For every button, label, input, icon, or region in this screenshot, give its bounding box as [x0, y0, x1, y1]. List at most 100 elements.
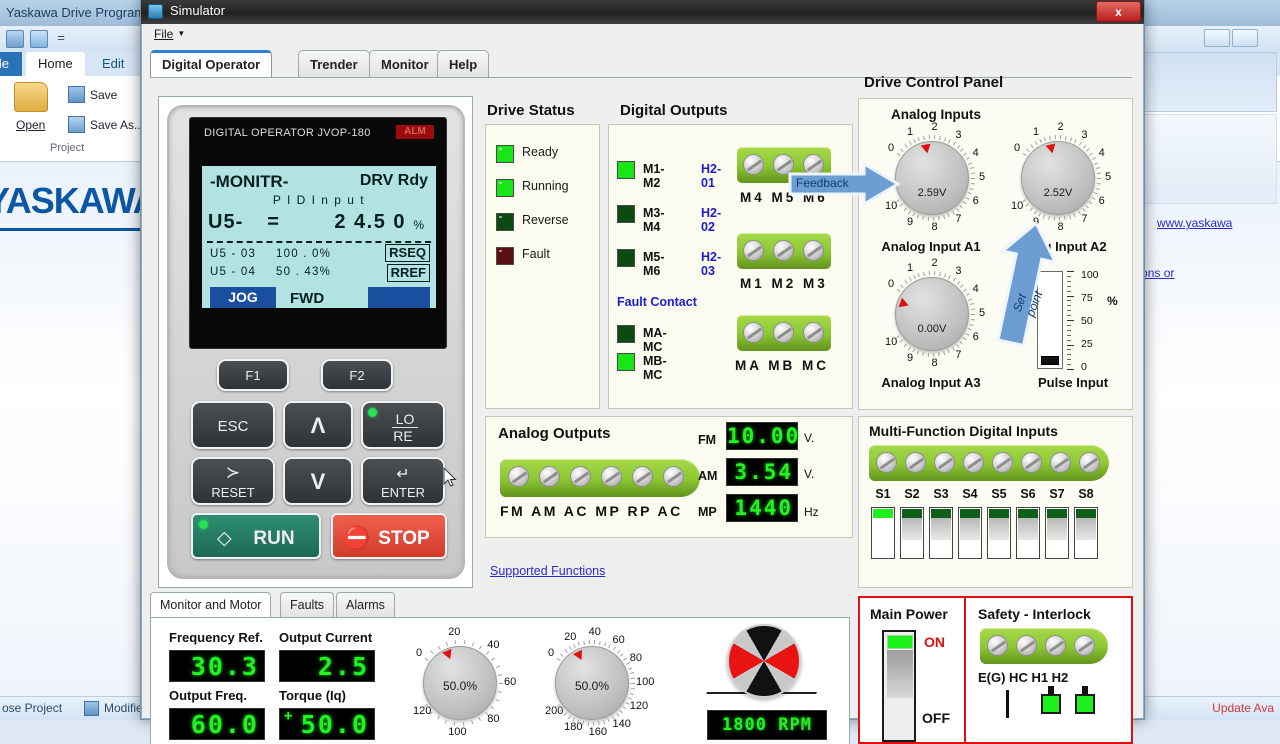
screw-icon[interactable]: [1074, 635, 1095, 656]
f2-button[interactable]: F2: [321, 359, 393, 391]
down-button[interactable]: V: [283, 457, 353, 505]
terminal-block-m1m2m3[interactable]: [737, 233, 831, 269]
dial-tick: [923, 271, 926, 276]
monitor-tab-strip[interactable]: Monitor and Motor Faults Alarms: [150, 592, 850, 618]
screw-icon[interactable]: [570, 466, 591, 487]
yaskawa-web-link[interactable]: www.yaskawa: [1157, 216, 1232, 230]
gauge-2-face[interactable]: 50.0%: [555, 646, 629, 720]
tab-help[interactable]: Help: [437, 50, 490, 78]
switch-lever[interactable]: [1047, 518, 1067, 540]
switch-s6[interactable]: [1016, 507, 1040, 559]
screw-icon[interactable]: [743, 154, 764, 175]
tab-monitor[interactable]: Monitor: [369, 50, 441, 78]
update-available-label[interactable]: Update Ava: [1212, 701, 1274, 715]
gauge-1-face[interactable]: 50.0%: [423, 646, 497, 720]
switch-lever[interactable]: [989, 518, 1009, 540]
close-project-label[interactable]: ose Project: [2, 701, 62, 715]
switch-s7[interactable]: [1045, 507, 1069, 559]
screw-icon[interactable]: [803, 322, 824, 343]
modified-icon: [84, 701, 99, 716]
h2-lamp[interactable]: [1075, 694, 1095, 714]
tab-digital-operator[interactable]: Digital Operator: [150, 50, 273, 78]
monitor-gauge-1[interactable]: 50.0% 0 20 40 60 80 100 120: [403, 626, 516, 742]
multi-function-switch-row[interactable]: S1 S2 S3 S4 S5 S6 S7 S8: [869, 417, 1124, 589]
screw-icon[interactable]: [539, 466, 560, 487]
screw-icon[interactable]: [773, 240, 794, 261]
simulator-title-bar[interactable]: Simulator x: [141, 0, 1144, 24]
main-power-switch[interactable]: [882, 630, 916, 742]
simulator-app-icon: [148, 4, 163, 19]
switch-lever[interactable]: [931, 518, 951, 540]
screw-icon[interactable]: [663, 466, 684, 487]
overflow-icon[interactable]: =: [52, 30, 70, 48]
supported-functions-link[interactable]: Supported Functions: [490, 564, 605, 578]
switch-lever[interactable]: [1018, 518, 1038, 540]
save-as-icon[interactable]: [68, 116, 85, 133]
screw-icon[interactable]: [1045, 635, 1066, 656]
ribbon-tab-home[interactable]: Home: [26, 52, 85, 76]
monitor-gauge-2[interactable]: 50.0% 0 20 40 60 80 100 120 140 160 180 200: [535, 626, 654, 742]
restore-button[interactable]: [1232, 29, 1258, 47]
refresh-icon[interactable]: [30, 30, 48, 48]
safety-terminal-block[interactable]: [980, 628, 1108, 664]
lo-re-button[interactable]: LO RE: [361, 401, 445, 449]
esc-button[interactable]: ESC: [191, 401, 275, 449]
switch-s8[interactable]: [1074, 507, 1098, 559]
screw-icon[interactable]: [743, 322, 764, 343]
screw-icon[interactable]: [632, 466, 653, 487]
menu-bar[interactable]: File ▼: [142, 24, 1143, 48]
analog-output-terminal-block[interactable]: [500, 459, 700, 497]
enter-button[interactable]: ↵ ENTER: [361, 457, 445, 505]
up-button[interactable]: Λ: [283, 401, 353, 449]
minimize-button[interactable]: [1204, 29, 1230, 47]
h1-lamp[interactable]: [1041, 694, 1061, 714]
stop-button[interactable]: ⛔ STOP: [331, 513, 447, 559]
menu-file[interactable]: File ▼: [154, 27, 185, 41]
tab-faults[interactable]: Faults: [280, 592, 335, 618]
switch-s1[interactable]: [871, 507, 895, 559]
open-label[interactable]: Open: [16, 118, 45, 132]
a1-pointer: [920, 143, 933, 154]
reset-button[interactable]: ≻ RESET: [191, 457, 275, 505]
mouse-cursor: [442, 466, 458, 489]
knob-face[interactable]: 0.00V: [895, 277, 969, 351]
run-button[interactable]: ◇ RUN: [191, 513, 321, 559]
screw-icon[interactable]: [773, 322, 794, 343]
dial-tick-label: 0: [887, 142, 895, 155]
dial-tick: [556, 657, 561, 661]
terminal-block-mambmc[interactable]: [737, 315, 831, 351]
tab-alarms[interactable]: Alarms: [336, 592, 395, 618]
switch-lever[interactable]: [902, 518, 922, 540]
ribbon-tab-edit[interactable]: Edit: [90, 52, 136, 76]
dial-tick-label: 60: [612, 633, 625, 646]
switch-s5[interactable]: [987, 507, 1011, 559]
tab-trender[interactable]: Trender: [298, 50, 370, 78]
screw-icon[interactable]: [508, 466, 529, 487]
pulse-slider-thumb[interactable]: [1041, 356, 1059, 365]
save-icon[interactable]: [6, 30, 24, 48]
analog-input-a3-knob[interactable]: 0.00V 0 1 2 3 4 5 6 7 8 9 10: [875, 257, 987, 373]
switch-s2[interactable]: [900, 507, 924, 559]
save-as-label[interactable]: Save As...: [90, 118, 144, 132]
screw-icon[interactable]: [987, 635, 1008, 656]
switch-lever[interactable]: [960, 518, 980, 540]
switch-s3[interactable]: [929, 507, 953, 559]
knob-face[interactable]: 2.52V: [1021, 141, 1095, 215]
close-button[interactable]: x: [1096, 1, 1141, 22]
pulse-scale-tick: [1067, 369, 1074, 370]
screw-icon[interactable]: [601, 466, 622, 487]
switch-lever[interactable]: [1076, 518, 1096, 540]
switch-s4[interactable]: [958, 507, 982, 559]
ribbon-tab-file[interactable]: File: [0, 52, 22, 76]
save-label[interactable]: Save: [90, 88, 117, 102]
pulse-scale-tick: [1067, 320, 1074, 321]
f1-button[interactable]: F1: [217, 359, 289, 391]
screw-icon[interactable]: [1016, 635, 1037, 656]
main-power-lever[interactable]: [887, 650, 913, 698]
tab-monitor-and-motor[interactable]: Monitor and Motor: [150, 592, 272, 618]
pulse-scale-tick: [1067, 329, 1071, 331]
screw-icon[interactable]: [803, 240, 824, 261]
save-small-icon[interactable]: [68, 86, 85, 103]
screw-icon[interactable]: [743, 240, 764, 261]
open-folder-icon[interactable]: [14, 82, 48, 112]
